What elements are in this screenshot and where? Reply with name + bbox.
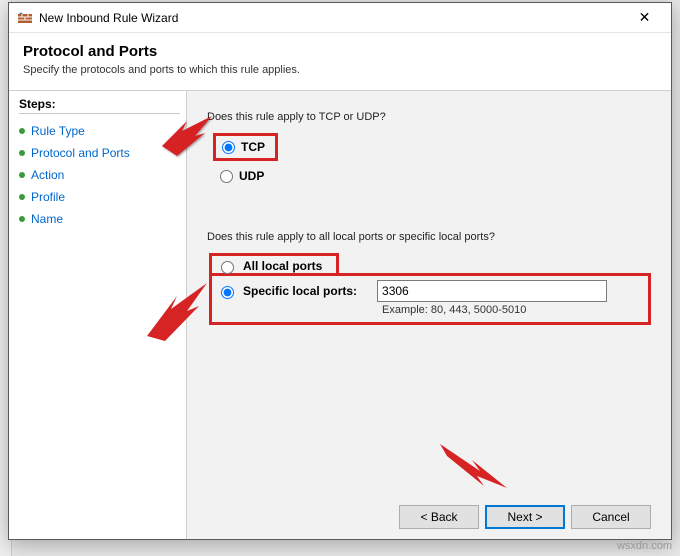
wizard-header: Protocol and Ports Specify the protocols…	[9, 33, 671, 91]
step-profile[interactable]: Profile	[19, 186, 186, 208]
step-label: Name	[31, 212, 63, 226]
divider	[19, 113, 180, 114]
step-name[interactable]: Name	[19, 208, 186, 230]
cancel-button[interactable]: Cancel	[571, 505, 651, 529]
radio-specific-label: Specific local ports:	[243, 284, 357, 298]
step-rule-type[interactable]: Rule Type	[19, 120, 186, 142]
wizard-body: Steps: Rule Type Protocol and Ports Acti…	[9, 91, 671, 539]
step-label: Rule Type	[31, 124, 85, 138]
steps-panel: Steps: Rule Type Protocol and Ports Acti…	[9, 91, 187, 539]
question-ports: Does this rule apply to all local ports …	[207, 231, 651, 243]
wizard-window: New Inbound Rule Wizard ✕ Protocol and P…	[8, 2, 672, 540]
step-label: Protocol and Ports	[31, 146, 130, 160]
radio-tcp-label: TCP	[241, 140, 265, 154]
radio-udp-row[interactable]: UDP	[216, 167, 651, 185]
page-subtitle: Specify the protocols and ports to which…	[23, 64, 657, 76]
highlight-box-specific: Specific local ports: Example: 80, 443, …	[209, 273, 651, 325]
next-button[interactable]: Next >	[485, 505, 565, 529]
watermark: wsxdn.com	[617, 540, 672, 552]
radio-specific-local-ports[interactable]	[221, 286, 234, 299]
steps-label: Steps:	[19, 97, 186, 111]
radio-all-local-row[interactable]: All local ports	[209, 253, 339, 276]
bullet-icon	[19, 216, 25, 222]
question-protocol: Does this rule apply to TCP or UDP?	[207, 111, 651, 123]
back-button[interactable]: < Back	[399, 505, 479, 529]
page-title: Protocol and Ports	[23, 43, 657, 60]
radio-specific-row[interactable]: Specific local ports:	[216, 280, 644, 302]
port-input[interactable]	[377, 280, 607, 302]
firewall-icon	[17, 10, 33, 26]
step-action[interactable]: Action	[19, 164, 186, 186]
port-example: Example: 80, 443, 5000-5010	[382, 304, 644, 316]
highlight-box-tcp: TCP	[213, 133, 278, 161]
protocol-group: TCP UDP	[213, 133, 651, 185]
wizard-content: Does this rule apply to TCP or UDP? TCP …	[187, 91, 671, 539]
radio-tcp[interactable]	[222, 141, 235, 154]
radio-udp-label: UDP	[239, 169, 264, 183]
radio-tcp-row[interactable]: TCP	[218, 138, 269, 156]
wizard-footer: < Back Next > Cancel	[207, 495, 651, 529]
step-label: Profile	[31, 190, 65, 204]
step-protocol-and-ports[interactable]: Protocol and Ports	[19, 142, 186, 164]
step-label: Action	[31, 168, 64, 182]
radio-all-local-ports[interactable]	[221, 261, 234, 274]
close-button[interactable]: ✕	[622, 4, 667, 32]
radio-all-local-label: All local ports	[243, 259, 322, 273]
radio-udp[interactable]	[220, 170, 233, 183]
bullet-icon	[19, 172, 25, 178]
bullet-icon	[19, 150, 25, 156]
ports-group: All local ports Specific local ports: Ex…	[209, 253, 651, 325]
titlebar[interactable]: New Inbound Rule Wizard ✕	[9, 3, 671, 33]
window-title: New Inbound Rule Wizard	[39, 11, 622, 25]
bullet-icon	[19, 128, 25, 134]
bullet-icon	[19, 194, 25, 200]
